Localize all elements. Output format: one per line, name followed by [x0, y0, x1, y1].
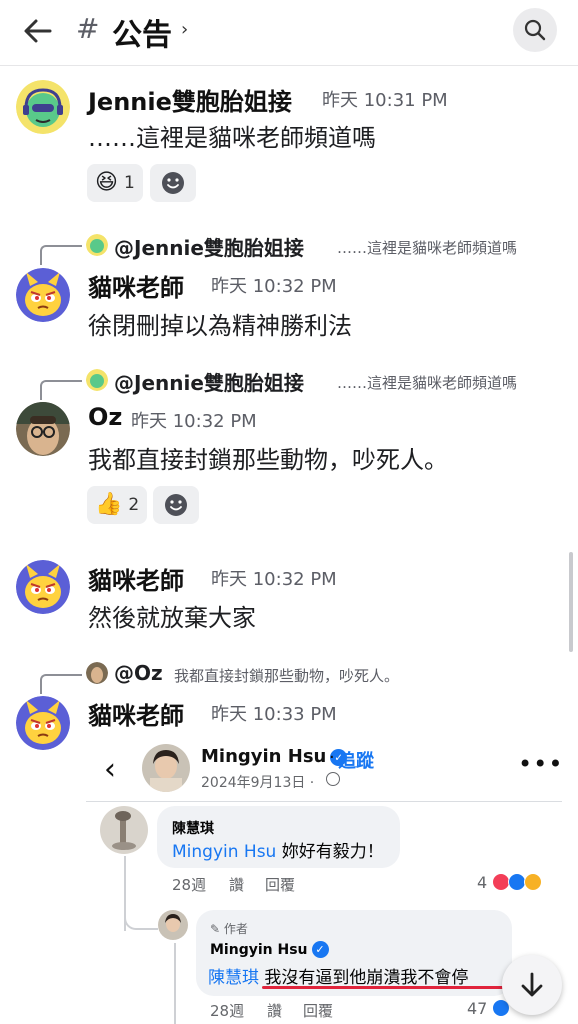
jump-to-latest-button[interactable]	[502, 955, 562, 1015]
attached-image[interactable]: ‹ Mingyin Hsu ✓ · 追蹤 2024年9月13日 · ••• 陳慧琪…	[86, 738, 562, 1024]
reply-mention[interactable]: @Jennie雙胞胎姐接	[114, 232, 304, 261]
separator-dot: ·	[329, 747, 335, 768]
channel-title[interactable]: 公告	[112, 10, 172, 54]
channel-header: # 公告 ›	[0, 0, 578, 66]
message-text: 然後就放棄大家	[88, 604, 256, 632]
thread-line	[174, 943, 176, 1024]
comment-age: 28週	[172, 876, 207, 894]
message-time: 昨天 10:32 PM	[131, 411, 257, 432]
smiley-icon	[165, 494, 187, 516]
thread-curve	[124, 888, 158, 930]
poster-name-text: Mingyin Hsu	[201, 746, 327, 767]
message-author[interactable]: Jennie雙胞胎姐接	[88, 82, 292, 117]
message-author[interactable]: 貓咪老師	[88, 561, 184, 596]
back-button[interactable]	[20, 13, 56, 49]
arrow-down-icon	[521, 972, 543, 997]
highlight-underline	[262, 986, 510, 989]
comment-text: 陳慧琪 我沒有逼到他崩潰我不會停	[208, 963, 468, 988]
chevron-right-icon[interactable]: ›	[181, 19, 188, 40]
comment-age: 28週	[210, 1002, 245, 1020]
reply-mention[interactable]: @Oz	[114, 661, 163, 685]
search-button[interactable]	[513, 8, 557, 52]
avatar-oz[interactable]	[16, 402, 70, 456]
comment-body: 我沒有逼到他崩潰我不會停	[259, 968, 469, 988]
reply-connector	[40, 380, 82, 400]
arrow-left-icon	[24, 19, 52, 43]
comment-author: 陳慧琪	[172, 821, 214, 837]
reply-connector	[40, 674, 82, 694]
reply-connector	[40, 245, 82, 265]
reply-mention[interactable]: @Jennie雙胞胎姐接	[114, 367, 304, 396]
channel-hash-icon: #	[76, 12, 100, 45]
globe-icon	[326, 772, 340, 786]
avatar-cat-teacher[interactable]	[16, 268, 70, 322]
comment-author-text: Mingyin Hsu	[210, 942, 308, 958]
comment-author: Mingyin Hsu ✓	[210, 941, 329, 958]
reaction-laugh[interactable]: 😆 1	[87, 164, 143, 202]
reply-preview[interactable]: ……這裡是貓咪老師頻道嗎	[337, 372, 517, 393]
avatar-cat-teacher[interactable]	[16, 696, 70, 750]
author-avatar	[158, 910, 188, 940]
comment-text: Mingyin Hsu 妳好有毅力！	[172, 837, 384, 862]
add-reaction-button[interactable]	[150, 164, 196, 202]
reply-preview[interactable]: 我都直接封鎖那些動物，吵死人。	[174, 665, 399, 686]
reaction-thumbs-up[interactable]: 👍 2	[87, 486, 148, 524]
reply-preview[interactable]: ……這裡是貓咪老師頻道嗎	[337, 237, 517, 258]
comment-like: 讚	[267, 1002, 283, 1020]
message-author[interactable]: 貓咪老師	[88, 268, 184, 303]
avatar-cat-teacher[interactable]	[16, 560, 70, 614]
comment-reply: 回覆	[265, 876, 296, 894]
reaction-count: 2	[128, 495, 140, 515]
message-time: 昨天 10:32 PM	[211, 569, 337, 590]
comment-reaction-count: 4	[477, 873, 488, 892]
comment-reply: 回覆	[303, 1002, 334, 1020]
message-text: ……這裡是貓咪老師頻道嗎	[88, 124, 376, 152]
add-reaction-button[interactable]	[153, 486, 199, 524]
chevron-left-icon: ‹	[104, 752, 116, 787]
poster-avatar	[142, 744, 190, 792]
post-date: 2024年9月13日 ·	[201, 775, 315, 791]
comment-reaction-count: 47	[467, 999, 488, 1018]
comment-like: 讚	[229, 876, 245, 894]
thumbs-up-emoji-icon: 👍	[95, 492, 123, 517]
comment-mention: 陳慧琪	[208, 968, 259, 988]
divider	[86, 801, 562, 802]
message-text: 我都直接封鎖那些動物，吵死人。	[88, 446, 448, 474]
reply-avatar	[86, 369, 108, 391]
follow-link: 追蹤	[338, 751, 374, 772]
haha-icon	[524, 873, 542, 891]
reply-avatar	[86, 234, 108, 256]
comment-body: 妳好有毅力！	[276, 842, 384, 862]
search-icon	[524, 19, 546, 41]
author-badge: ✎ 作者	[210, 922, 248, 936]
more-icon: •••	[518, 750, 562, 778]
scrollbar[interactable]	[569, 552, 573, 652]
message-author[interactable]: Oz	[88, 403, 122, 431]
message-time: 昨天 10:31 PM	[322, 90, 448, 111]
author-badge-text: 作者	[223, 922, 248, 936]
message-time: 昨天 10:33 PM	[211, 704, 337, 725]
reply-avatar-oz	[86, 662, 108, 684]
comment-mention: Mingyin Hsu	[172, 842, 277, 862]
laughing-emoji-icon: 😆	[95, 170, 118, 195]
message-time: 昨天 10:32 PM	[211, 276, 337, 297]
avatar-jennie[interactable]	[16, 80, 70, 134]
reaction-count: 1	[123, 173, 135, 193]
smiley-icon	[162, 172, 184, 194]
message-author[interactable]: 貓咪老師	[88, 696, 184, 731]
verified-icon: ✓	[311, 941, 329, 958]
message-text: 徐閉刪掉以為精神勝利法	[88, 312, 352, 340]
commenter-avatar	[100, 806, 148, 854]
poster-name: Mingyin Hsu ✓	[201, 746, 348, 767]
